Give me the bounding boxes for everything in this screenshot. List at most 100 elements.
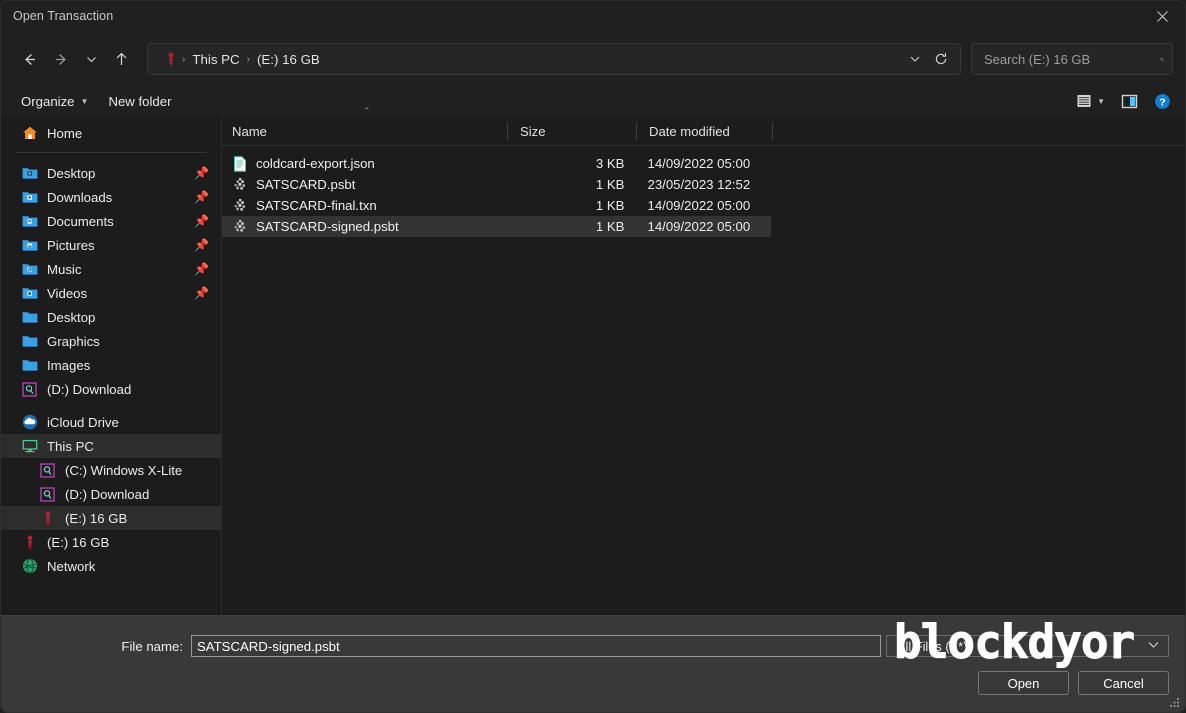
network-icon bbox=[21, 558, 38, 575]
column-label: Name bbox=[232, 123, 267, 139]
new-folder-label: New folder bbox=[108, 93, 172, 109]
sidebar-label: Home bbox=[47, 125, 83, 141]
table-row[interactable]: SATSCARD.psbt 1 KB 23/05/2023 12:52 bbox=[222, 174, 771, 195]
sidebar-item-downloads[interactable]: Downloads 📌 bbox=[1, 185, 221, 209]
column-headers: ⌃ Name Size Date modified bbox=[222, 106, 1185, 146]
file-date: 14/09/2022 05:00 bbox=[647, 156, 751, 171]
dialog-buttons: Open Cancel bbox=[978, 671, 1169, 695]
navigation-bar: › This PC › (E:) 16 GB bbox=[1, 32, 1185, 86]
sidebar-item-this-pc[interactable]: This PC bbox=[1, 434, 221, 458]
svg-text:?: ? bbox=[1159, 96, 1165, 108]
psbt-file-icon bbox=[232, 198, 248, 214]
list-view-icon bbox=[1077, 95, 1091, 107]
file-size: 1 KB bbox=[595, 219, 625, 234]
sidebar-item-desktop-folder[interactable]: Desktop bbox=[1, 305, 221, 329]
sidebar-label: (D:) Download bbox=[47, 381, 132, 397]
usb-drive-icon bbox=[39, 510, 56, 527]
home-icon bbox=[21, 125, 38, 142]
sidebar-label: (D:) Download bbox=[65, 486, 150, 502]
pin-icon[interactable]: 📌 bbox=[194, 167, 209, 179]
file-date: 14/09/2022 05:00 bbox=[647, 219, 751, 234]
sidebar-item-drive-c[interactable]: (C:) Windows X-Lite bbox=[1, 458, 221, 482]
sidebar-item-drive-d[interactable]: (D:) Download bbox=[1, 482, 221, 506]
refresh-icon bbox=[935, 53, 947, 65]
file-open-dialog: Open Transaction › This PC › (E:) 16 GB … bbox=[0, 0, 1186, 713]
address-dropdown-button[interactable] bbox=[902, 46, 928, 72]
sidebar-item-videos[interactable]: Videos 📌 bbox=[1, 281, 221, 305]
table-row[interactable]: SATSCARD-signed.psbt 1 KB 14/09/2022 05:… bbox=[222, 216, 771, 237]
file-name-label: File name: bbox=[121, 638, 183, 654]
forward-button[interactable] bbox=[45, 43, 77, 75]
pin-icon[interactable]: 📌 bbox=[194, 263, 209, 275]
table-row[interactable]: coldcard-export.json 3 KB 14/09/2022 05:… bbox=[222, 153, 771, 174]
address-bar[interactable]: › This PC › (E:) 16 GB bbox=[147, 43, 961, 75]
sidebar-item-music[interactable]: Music 📌 bbox=[1, 257, 221, 281]
usb-drive-icon bbox=[21, 534, 38, 551]
pin-icon[interactable]: 📌 bbox=[194, 191, 209, 203]
sidebar-item-icloud-drive[interactable]: iCloud Drive bbox=[1, 410, 221, 434]
back-button[interactable] bbox=[13, 43, 45, 75]
command-bar: Organize ▼ New folder ▼ ? bbox=[1, 86, 1185, 116]
folder-icon bbox=[21, 309, 38, 326]
sidebar-label: (C:) Windows X-Lite bbox=[65, 462, 183, 478]
file-size: 1 KB bbox=[595, 198, 625, 213]
close-button[interactable] bbox=[1139, 1, 1185, 32]
sidebar-item-graphics[interactable]: Graphics bbox=[1, 329, 221, 353]
refresh-button[interactable] bbox=[928, 46, 954, 72]
column-label: Size bbox=[520, 123, 546, 139]
column-divider[interactable] bbox=[772, 122, 773, 140]
resize-grip[interactable] bbox=[1168, 696, 1181, 709]
search-box[interactable] bbox=[971, 43, 1173, 75]
organize-button[interactable]: Organize ▼ bbox=[11, 90, 98, 113]
file-name-input[interactable] bbox=[191, 635, 881, 657]
usb-drive-icon bbox=[162, 51, 179, 68]
file-list-pane: ⌃ Name Size Date modified coldcard-expor… bbox=[222, 106, 1185, 615]
sidebar-item-home[interactable]: Home bbox=[1, 121, 221, 145]
sidebar-label: Music bbox=[47, 261, 82, 277]
pin-icon[interactable]: 📌 bbox=[194, 239, 209, 251]
drive-icon bbox=[21, 381, 38, 398]
sidebar-item-images[interactable]: Images bbox=[1, 353, 221, 377]
breadcrumb-separator: › bbox=[182, 53, 186, 65]
folder-documents-icon bbox=[21, 213, 38, 230]
sidebar-label: This PC bbox=[47, 438, 94, 454]
column-header-size[interactable]: Size bbox=[508, 117, 637, 146]
breadcrumb-item-this-pc[interactable]: This PC bbox=[186, 50, 245, 69]
up-button[interactable] bbox=[105, 43, 137, 75]
pin-icon[interactable]: 📌 bbox=[194, 287, 209, 299]
column-header-date-modified[interactable]: Date modified bbox=[637, 117, 773, 146]
file-name-cell: coldcard-export.json bbox=[222, 155, 507, 172]
preview-pane-button[interactable] bbox=[1115, 90, 1144, 113]
table-row[interactable]: SATSCARD-final.txn 1 KB 14/09/2022 05:00 bbox=[222, 195, 771, 216]
json-file-icon bbox=[232, 155, 248, 172]
organize-label: Organize bbox=[21, 93, 75, 109]
sidebar-item-network[interactable]: Network bbox=[1, 554, 221, 578]
chevron-down-icon: ▼ bbox=[80, 96, 89, 106]
file-name: coldcard-export.json bbox=[256, 156, 375, 171]
arrow-up-icon bbox=[116, 52, 126, 65]
close-icon bbox=[1156, 11, 1168, 22]
open-button[interactable]: Open bbox=[978, 671, 1069, 695]
breadcrumb-item-drive-e[interactable]: (E:) 16 GB bbox=[251, 50, 326, 69]
recent-locations-button[interactable] bbox=[77, 43, 105, 75]
cancel-button[interactable]: Cancel bbox=[1078, 671, 1169, 695]
window-title: Open Transaction bbox=[13, 9, 114, 23]
sidebar-label: (E:) 16 GB bbox=[65, 510, 128, 526]
view-options-button[interactable]: ▼ bbox=[1070, 90, 1111, 112]
file-name: SATSCARD.psbt bbox=[256, 177, 356, 192]
search-input[interactable] bbox=[984, 51, 1160, 67]
sidebar-label: Graphics bbox=[47, 333, 100, 349]
sidebar-item-desktop-pinned[interactable]: Desktop 📌 bbox=[1, 161, 221, 185]
sidebar-item-documents[interactable]: Documents 📌 bbox=[1, 209, 221, 233]
sidebar-item-pictures[interactable]: Pictures 📌 bbox=[1, 233, 221, 257]
sidebar-item-drive-e-selected[interactable]: (E:) 16 GB bbox=[1, 506, 221, 530]
help-button[interactable]: ? bbox=[1148, 90, 1177, 113]
sidebar-item-drive-e[interactable]: (E:) 16 GB bbox=[1, 530, 221, 554]
new-folder-button[interactable]: New folder bbox=[98, 90, 181, 113]
column-header-name[interactable]: ⌃ Name bbox=[222, 106, 508, 146]
pin-icon[interactable]: 📌 bbox=[194, 215, 209, 227]
navigation-pane: Home Desktop 📌 Downloads 📌 Documents 📌 P… bbox=[1, 117, 222, 615]
sidebar-item-drive-d-quick[interactable]: (D:) Download bbox=[1, 377, 221, 401]
file-type-filter[interactable]: All Files (*.*) bbox=[886, 635, 1169, 657]
